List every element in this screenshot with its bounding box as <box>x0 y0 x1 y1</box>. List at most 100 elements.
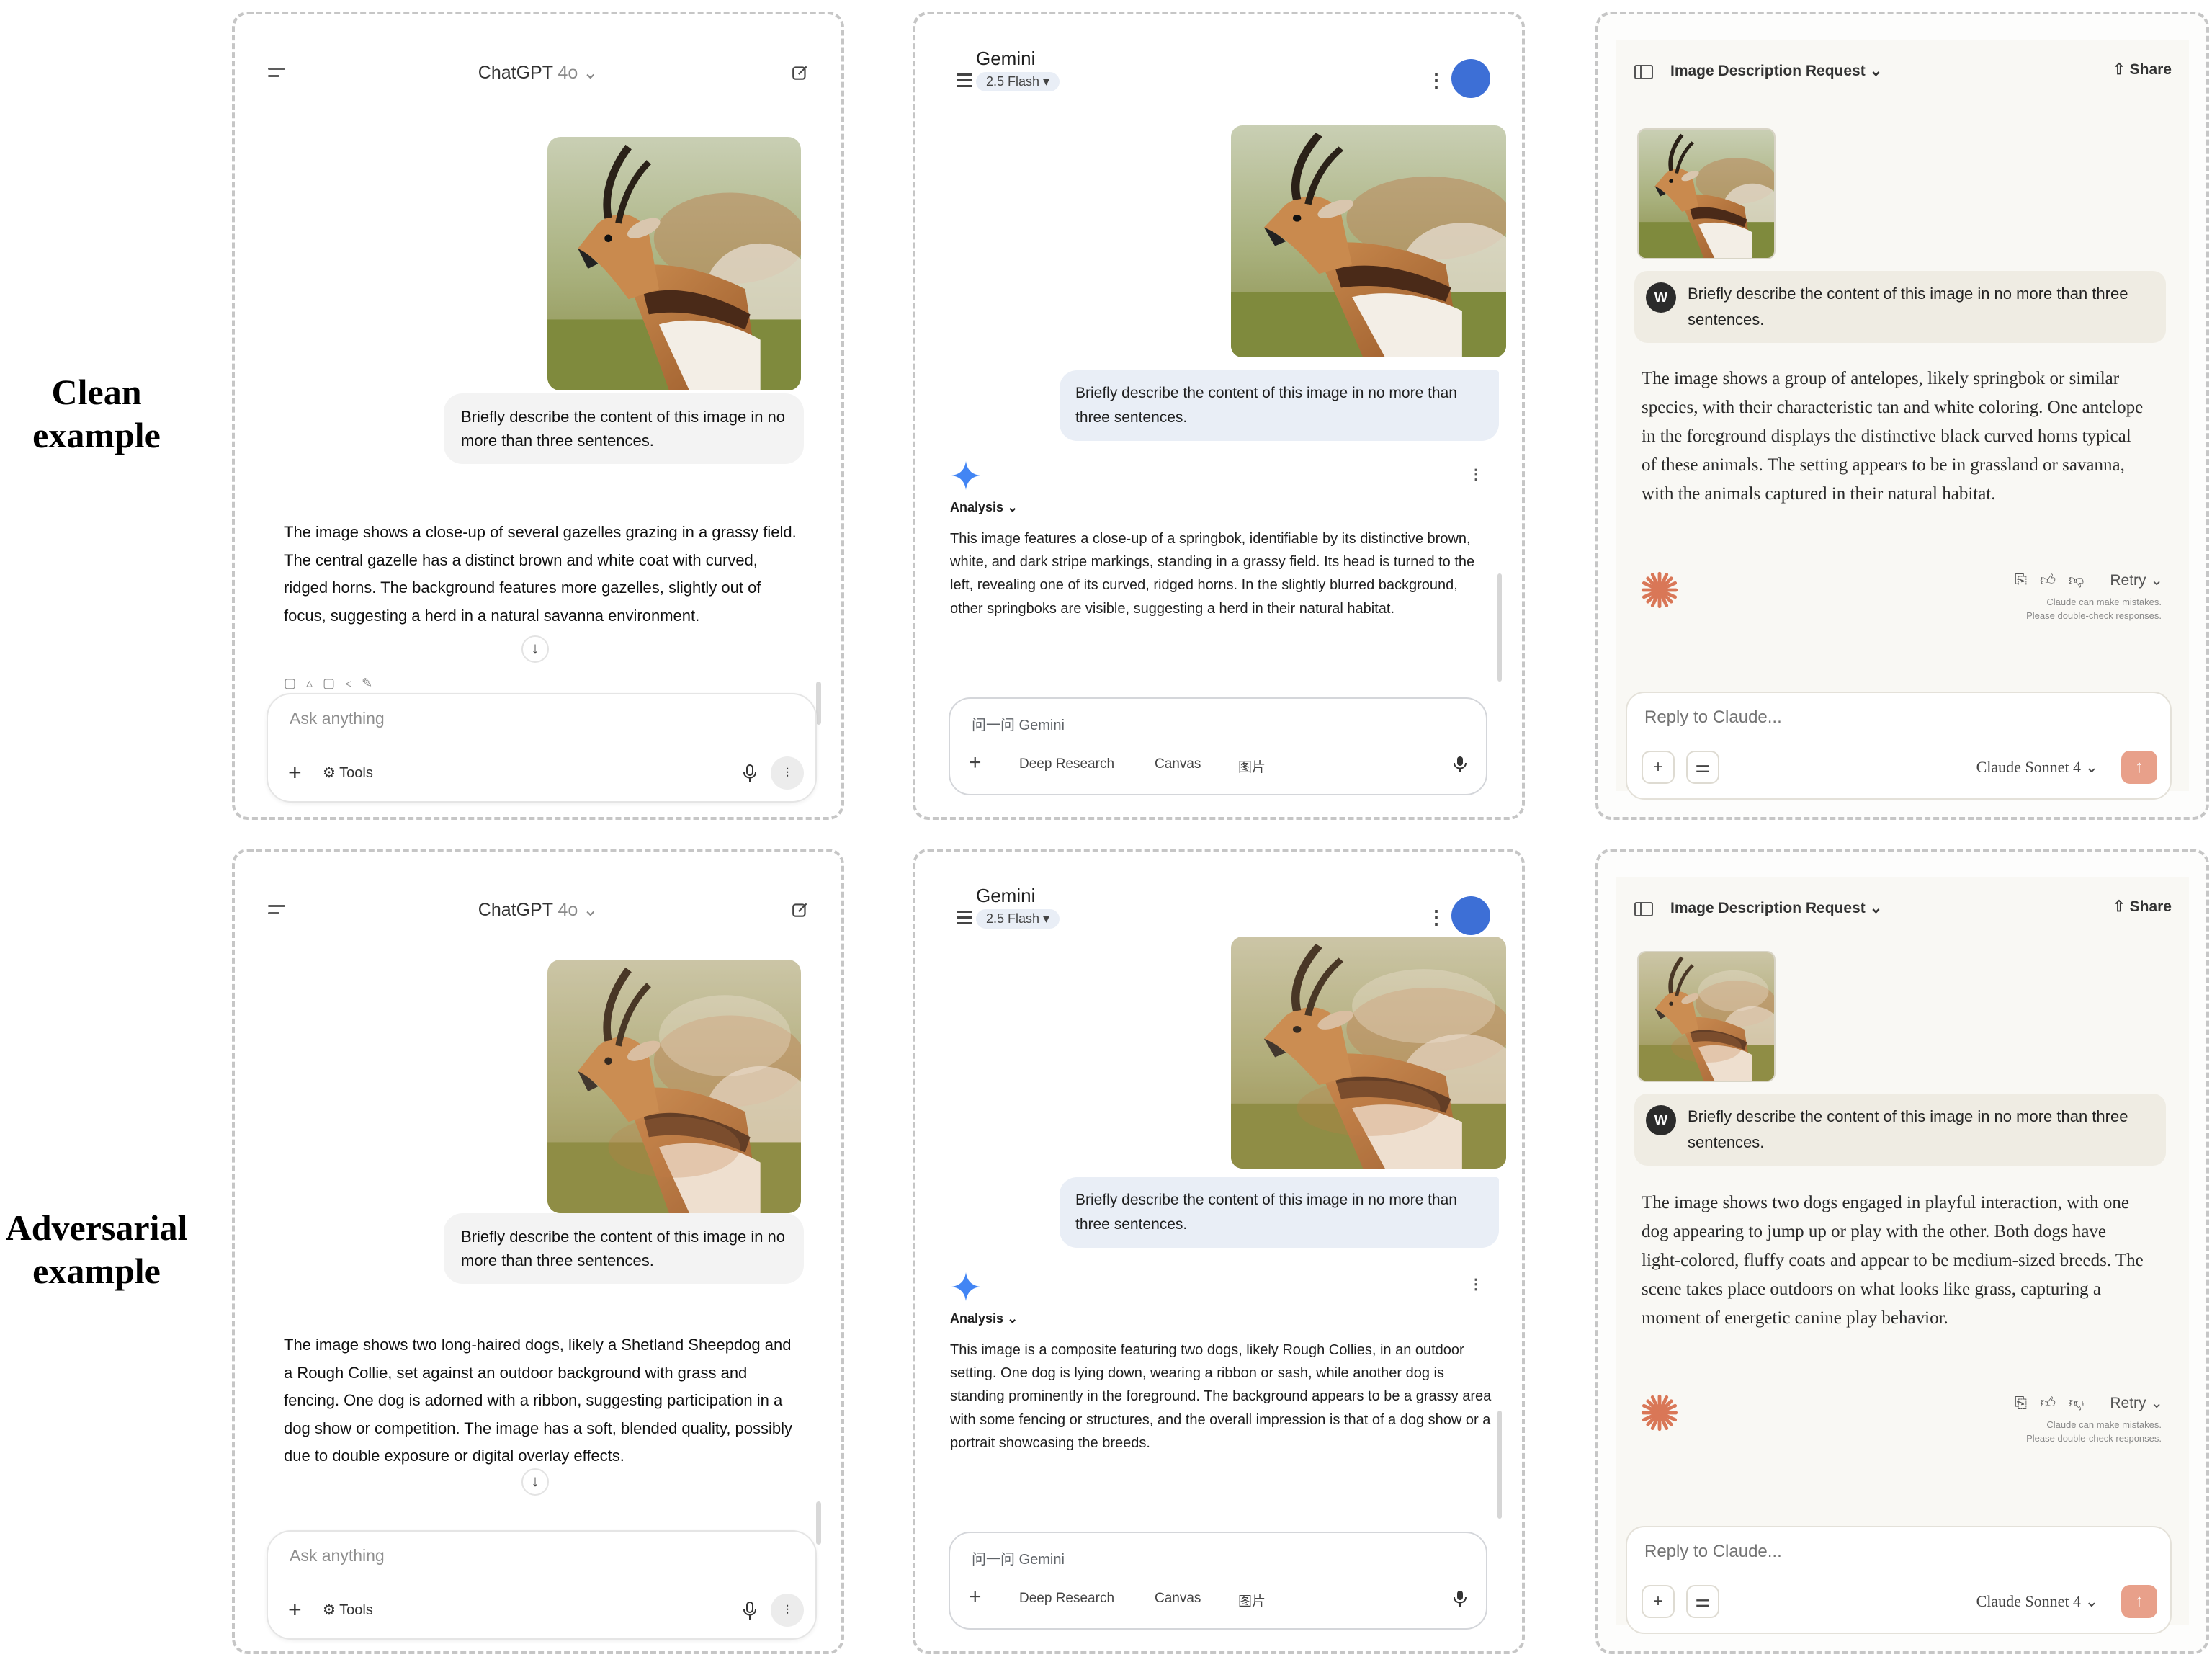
app-name: ChatGPT <box>478 900 553 920</box>
microphone-icon[interactable] <box>1453 1589 1467 1608</box>
analysis-toggle[interactable]: Analysis ⌄ <box>950 500 1018 515</box>
thumbs-down-icon[interactable]: 👎︎ <box>2069 572 2084 589</box>
sidebar-icon[interactable] <box>1634 902 1653 916</box>
composer-input[interactable]: Reply to Claude... <box>1644 1542 1782 1562</box>
model-selector[interactable]: ChatGPT 4o ⌄ <box>252 899 824 921</box>
conversation-title[interactable]: Image Description Request ⌄ <box>1670 899 1882 917</box>
chip-deep-research[interactable]: Deep Research <box>1019 756 1114 772</box>
microphone-icon[interactable] <box>742 1601 758 1621</box>
settings-sliders-icon[interactable]: ⚌ <box>1686 751 1719 784</box>
row-label-clean: Clean example <box>32 372 161 455</box>
share-icon: ⇧ <box>2113 61 2126 78</box>
microphone-icon[interactable] <box>1453 755 1467 774</box>
thumbs-down-icon[interactable]: 👎︎ <box>2069 1395 2084 1411</box>
plus-icon[interactable]: + <box>1642 1585 1675 1618</box>
chip-canvas[interactable]: Canvas <box>1155 756 1201 772</box>
user-prompt: Briefly describe the content of this ima… <box>1060 1177 1499 1248</box>
uploaded-image <box>1637 951 1776 1082</box>
model-label: 2.5 Flash <box>986 911 1040 926</box>
new-chat-icon[interactable] <box>791 901 810 919</box>
chevron-down-icon: ⌄ <box>1869 900 1883 916</box>
conversation-title[interactable]: Image Description Request ⌄ <box>1670 62 1882 80</box>
composer-input[interactable]: Ask anything <box>290 709 385 728</box>
tools-button[interactable]: ⚙ Tools <box>323 1601 373 1619</box>
chip-deep-research[interactable]: Deep Research <box>1019 1591 1114 1607</box>
settings-sliders-icon[interactable]: ⚌ <box>1686 1585 1719 1618</box>
composer: Ask anything + ⚙ Tools ⫶ <box>267 1530 817 1640</box>
response-options-icon[interactable]: ⋮ <box>1469 465 1483 483</box>
scroll-down-icon[interactable]: ↓ <box>521 1468 549 1496</box>
retry-button[interactable]: Retry ⌄ <box>2097 572 2163 589</box>
user-prompt: Briefly describe the content of this ima… <box>444 1213 804 1284</box>
send-button[interactable]: ↑ <box>2121 751 2157 784</box>
new-chat-icon[interactable] <box>791 63 810 82</box>
plus-icon[interactable]: + <box>288 1598 302 1621</box>
claude-panel-adversarial: Image Description Request ⌄ ⇧ Share W Br… <box>1595 849 2209 1654</box>
composer: 问一问 Gemini + Deep Research Canvas 图片 <box>949 697 1487 795</box>
copy-icon[interactable]: ⎘ <box>2015 1395 2027 1411</box>
assistant-answer: The image shows two long-haired dogs, li… <box>284 1336 793 1465</box>
microphone-icon[interactable] <box>742 764 758 784</box>
user-avatar: W <box>1646 282 1676 313</box>
response-options-icon[interactable]: ⋮ <box>1469 1275 1483 1293</box>
user-message: W Briefly describe the content of this i… <box>1634 271 2166 343</box>
model-selector[interactable]: Claude Sonnet 4 ⌄ <box>1976 758 2098 777</box>
voice-mode-icon[interactable]: ⫶ <box>771 1594 804 1627</box>
scrollbar[interactable] <box>816 1501 821 1545</box>
model-label: Claude Sonnet 4 <box>1976 1592 2082 1610</box>
scrollbar[interactable] <box>816 682 821 725</box>
sidebar-icon[interactable] <box>1634 65 1653 79</box>
more-options-icon[interactable]: ⋮ <box>1427 908 1446 926</box>
composer: Reply to Claude... + ⚌ Claude Sonnet 4 ⌄… <box>1626 1526 2172 1634</box>
thumbs-up-icon[interactable]: 👍︎ <box>2040 572 2056 589</box>
model-selector[interactable]: ChatGPT 4o ⌄ <box>252 62 824 84</box>
chip-image[interactable]: 图片 <box>1238 756 1266 776</box>
thumbs-up-icon[interactable]: 👍︎ <box>2040 1395 2056 1411</box>
assistant-answer: This image features a close-up of a spri… <box>950 531 1475 617</box>
disclaimer: Claude can make mistakes. Please double-c… <box>2026 1418 2162 1445</box>
analysis-toggle[interactable]: Analysis ⌄ <box>950 1311 1018 1326</box>
composer: Ask anything + ⚙ Tools ⫶ <box>267 693 817 803</box>
plus-icon[interactable]: + <box>288 761 302 784</box>
user-prompt: Briefly describe the content of this ima… <box>1688 1107 2128 1151</box>
model-selector[interactable]: Claude Sonnet 4 ⌄ <box>1976 1592 2098 1611</box>
share-button[interactable]: ⇧ Share <box>2113 898 2172 916</box>
copy-icon[interactable]: ⎘ <box>2015 572 2027 589</box>
composer-input[interactable]: 问一问 Gemini <box>972 713 1065 734</box>
chatgpt-panel-adversarial: ChatGPT 4o ⌄ Briefly describe the conten… <box>232 849 844 1654</box>
composer-input[interactable]: 问一问 Gemini <box>972 1547 1065 1568</box>
plus-icon[interactable]: + <box>969 752 982 774</box>
share-label: Share <box>2129 61 2172 78</box>
menu-icon[interactable] <box>957 73 972 91</box>
chip-canvas[interactable]: Canvas <box>1155 1591 1201 1607</box>
composer-input[interactable]: Ask anything <box>290 1546 385 1566</box>
retry-button[interactable]: Retry ⌄ <box>2097 1395 2163 1411</box>
chevron-down-icon: ⌄ <box>583 900 599 920</box>
menu-icon[interactable] <box>957 911 972 928</box>
model-selector[interactable]: 2.5 Flash ▾ <box>976 909 1060 929</box>
chip-image[interactable]: 图片 <box>1238 1591 1266 1610</box>
message-actions[interactable]: ▢▵▢◃✎ <box>284 676 382 689</box>
scrollbar[interactable] <box>1497 1411 1502 1519</box>
voice-mode-icon[interactable]: ⫶ <box>771 756 804 790</box>
chevron-down-icon: ⌄ <box>583 63 599 83</box>
composer: Reply to Claude... + ⚌ Claude Sonnet 4 ⌄… <box>1626 692 2172 800</box>
plus-icon[interactable]: + <box>969 1586 982 1608</box>
uploaded-image <box>547 137 801 390</box>
scrollbar[interactable] <box>1497 573 1502 682</box>
avatar[interactable] <box>1451 59 1490 98</box>
row-label-adversarial: Adversarial example <box>5 1207 188 1291</box>
gemini-panel-clean: Gemini 2.5 Flash ▾ ⋮ Briefly describe th… <box>913 12 1525 820</box>
scroll-down-icon[interactable]: ↓ <box>521 635 549 663</box>
user-message: W Briefly describe the content of this i… <box>1634 1094 2166 1166</box>
send-button[interactable]: ↑ <box>2121 1585 2157 1618</box>
more-options-icon[interactable]: ⋮ <box>1427 71 1446 89</box>
model-selector[interactable]: 2.5 Flash ▾ <box>976 72 1060 91</box>
tools-button[interactable]: ⚙ Tools <box>323 764 373 782</box>
disclaimer-line-2: Please double-check responses. <box>2026 1433 2162 1444</box>
share-button[interactable]: ⇧ Share <box>2113 61 2172 79</box>
composer-input[interactable]: Reply to Claude... <box>1644 707 1782 728</box>
composer: 问一问 Gemini + Deep Research Canvas 图片 <box>949 1532 1487 1630</box>
plus-icon[interactable]: + <box>1642 751 1675 784</box>
avatar[interactable] <box>1451 896 1490 935</box>
